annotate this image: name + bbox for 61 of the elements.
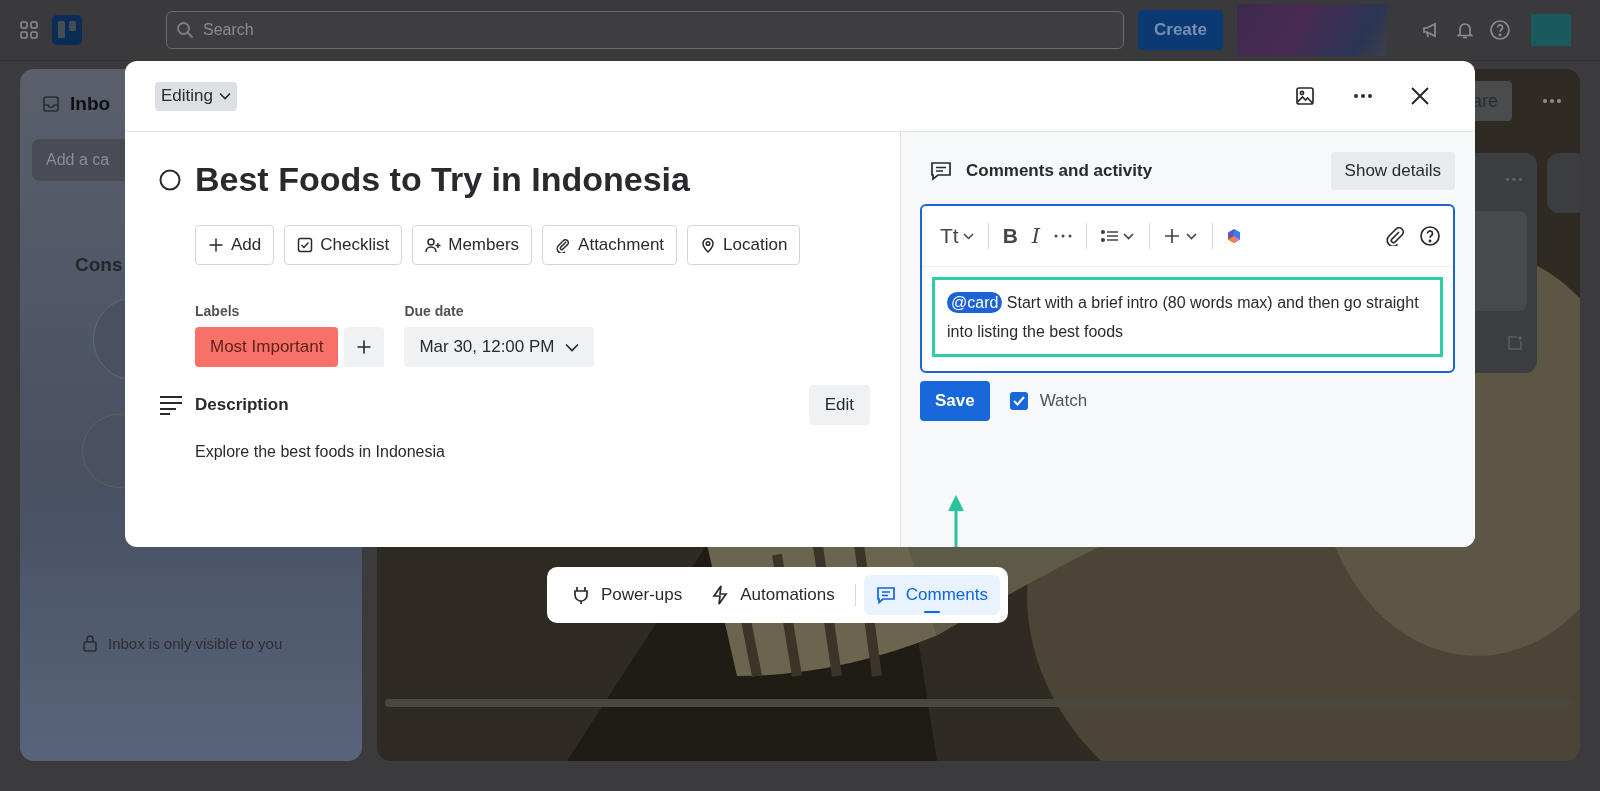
mention-chip[interactable]: @card <box>947 292 1003 313</box>
mode-dropdown[interactable]: Editing <box>155 81 237 111</box>
bell-icon[interactable] <box>1454 20 1475 40</box>
location-pin-icon <box>700 237 717 253</box>
comment-text[interactable]: @card Start with a brief intro (80 words max) and then go straight into listing the best foods <box>932 277 1443 357</box>
bold-button[interactable]: B <box>1002 224 1018 248</box>
dock-tab[interactable]: Power-ups <box>559 575 695 615</box>
action-button[interactable]: Members <box>412 225 533 265</box>
insert-icon[interactable] <box>1164 228 1199 244</box>
add-label-button[interactable] <box>344 327 385 367</box>
watch-label: Watch <box>1039 391 1088 411</box>
inbox-title: Inbo <box>70 93 111 115</box>
list-icon[interactable] <box>1101 229 1136 243</box>
lock-icon <box>82 634 98 652</box>
labels-heading: Labels <box>195 303 241 319</box>
inbox-note: Inbox is only visible to you <box>108 634 283 652</box>
due-date-heading: Due date <box>404 303 465 319</box>
watch-checkbox[interactable] <box>1009 392 1028 410</box>
scroll-bar[interactable] <box>385 699 1572 707</box>
inbox-heading: Cons <box>75 254 123 276</box>
image-icon[interactable] <box>1295 86 1315 106</box>
action-button[interactable]: Attachment <box>542 225 678 265</box>
paperclip-icon[interactable] <box>1385 226 1405 246</box>
more-icon[interactable] <box>1353 93 1373 99</box>
dock-tab[interactable]: Automations <box>698 575 847 615</box>
search-icon <box>176 21 194 39</box>
due-date-dropdown[interactable]: Mar 30, 12:00 PM <box>404 327 594 367</box>
save-button[interactable]: Save <box>920 381 990 421</box>
app-grid-icon[interactable] <box>20 21 38 39</box>
search-field[interactable]: Search <box>166 11 1124 49</box>
paperclip-icon <box>555 237 572 253</box>
action-button[interactable]: Location <box>687 225 801 265</box>
more-icon[interactable] <box>1054 234 1073 238</box>
add-person-icon <box>425 237 442 253</box>
action-button[interactable]: Checklist <box>284 225 403 265</box>
plus-icon <box>208 237 224 253</box>
checkbox-icon <box>297 237 314 253</box>
description-text: Explore the best foods in Indonesia <box>195 443 446 461</box>
show-details-button[interactable]: Show details <box>1330 152 1455 190</box>
italic-button[interactable]: I <box>1031 224 1041 248</box>
description-heading: Description <box>195 395 290 415</box>
chevron-icon <box>219 92 231 100</box>
chevron-icon <box>564 342 579 352</box>
plug-icon <box>571 585 591 605</box>
description-icon <box>159 395 183 415</box>
hexagon-icon[interactable] <box>1227 228 1242 244</box>
edit-button[interactable]: Edit <box>808 385 870 425</box>
comment-icon <box>930 160 952 182</box>
plus-icon <box>356 339 373 355</box>
card-title: Best Foods to Try in Indonesia <box>195 160 690 199</box>
comments-heading: Comments and activity <box>966 161 1154 181</box>
close-icon[interactable] <box>1411 87 1429 105</box>
text-style-button[interactable]: Tt <box>940 224 974 248</box>
label-chip[interactable]: Most Important <box>195 327 339 367</box>
help-icon[interactable] <box>1419 225 1441 247</box>
inbox-icon <box>42 95 60 113</box>
action-button[interactable]: Add <box>195 225 275 265</box>
comment-icon <box>875 585 896 605</box>
dock-tab[interactable]: Comments <box>863 575 1000 615</box>
complete-toggle[interactable] <box>159 168 181 191</box>
chevron-icon <box>962 232 974 240</box>
